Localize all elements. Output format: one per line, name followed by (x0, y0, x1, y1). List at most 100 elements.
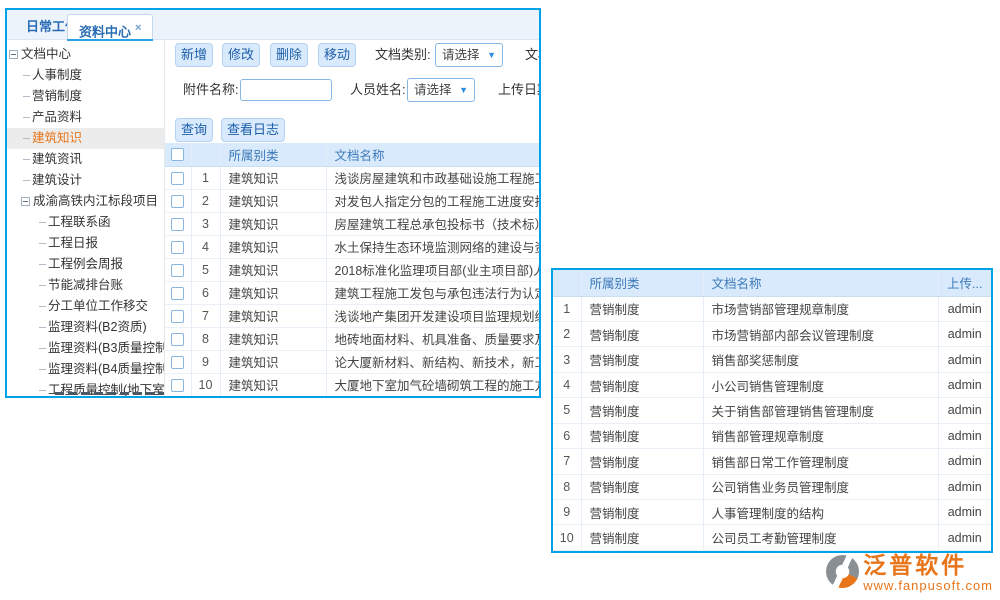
header-index (553, 270, 581, 296)
tab-data-center[interactable]: 资料中心 × (67, 14, 153, 40)
table-row[interactable]: 4建筑知识水土保持生态环境监测网络的建设与资... (165, 235, 539, 258)
row-checkbox[interactable] (171, 172, 184, 185)
row-checkbox[interactable] (171, 287, 184, 300)
sidebar-item-railway-project[interactable]: 成渝高铁内江标段项目 (7, 191, 164, 212)
upload-date-label: 上传日期 (498, 78, 541, 102)
row-checkbox[interactable] (171, 264, 184, 277)
table-row[interactable]: 8营销制度公司销售业务员管理制度admin (553, 474, 991, 499)
marketing-policy-table-panel: 所属别类 文档名称 上传... 1营销制度市场营销部管理规章制度admin 2营… (551, 268, 993, 553)
chevron-down-icon: ▼ (459, 79, 468, 101)
tree-connector (39, 369, 46, 370)
sidebar-item-work-transfer[interactable]: 分工单位工作移交 (7, 296, 164, 317)
view-log-button[interactable]: 查看日志 (221, 118, 285, 142)
tab-close-icon[interactable]: × (135, 22, 141, 34)
chevron-down-icon: ▼ (487, 44, 496, 66)
tree-connector (23, 180, 30, 181)
delete-button[interactable]: 删除 (270, 43, 308, 67)
sidebar-item-supervision-b2[interactable]: 监理资料(B2资质) (7, 317, 164, 338)
row-checkbox[interactable] (171, 241, 184, 254)
row-checkbox[interactable] (171, 195, 184, 208)
sidebar-item-building-news[interactable]: 建筑资讯 (7, 149, 164, 170)
table-row[interactable]: 9建筑知识论大厦新材料、新结构、新技术，新工... (165, 350, 539, 373)
tree-connector (23, 96, 30, 97)
header-doc-name: 文档名称 (703, 270, 938, 296)
sidebar-item-doc-center[interactable]: 文档中心 (7, 44, 164, 65)
table-row[interactable]: 9营销制度人事管理制度的结构admin (553, 500, 991, 525)
sidebar-item-energy-ledger[interactable]: 节能减排台账 (7, 275, 164, 296)
header-uploader: 上传... (938, 270, 991, 296)
sidebar-item-contact-letter[interactable]: 工程联系函 (7, 212, 164, 233)
table-row[interactable]: 2建筑知识对发包人指定分包的工程施工进度安排... (165, 189, 539, 212)
table-header-row: 所属别类 文档名称 上传... (553, 270, 991, 296)
table-row[interactable]: 6建筑知识建筑工程施工发包与承包违法行为认定... (165, 281, 539, 304)
table-row[interactable]: 6营销制度销售部管理规章制度admin (553, 423, 991, 448)
table-row[interactable]: 8建筑知识地砖地面材料、机具准备、质量要求及... (165, 327, 539, 350)
add-button[interactable]: 新增 (175, 43, 213, 67)
table-row[interactable]: 1营销制度市场营销部管理规章制度admin (553, 296, 991, 321)
select-all-checkbox[interactable] (171, 148, 184, 161)
row-checkbox[interactable] (171, 310, 184, 323)
row-checkbox[interactable] (171, 333, 184, 346)
table-row[interactable]: 5建筑知识2018标准化监理项目部(业主项目部)人员... (165, 258, 539, 281)
table-row[interactable]: 4营销制度小公司销售管理制度admin (553, 372, 991, 397)
table-row[interactable]: 2营销制度市场营销部内部会议管理制度admin (553, 321, 991, 346)
tree-connector (23, 75, 30, 76)
table-row[interactable]: 10建筑知识大厦地下室加气砼墙砌筑工程的施工方... (165, 373, 539, 396)
sidebar-item-building-knowledge[interactable]: 建筑知识 (7, 128, 164, 149)
sidebar-item-supervision-b4[interactable]: 监理资料(B4质量控制) (7, 359, 164, 380)
fanpu-logo-icon (826, 555, 859, 588)
tree-connector (39, 285, 46, 286)
table-row[interactable]: 1建筑知识浅谈房屋建筑和市政基础设施工程施工... (165, 166, 539, 189)
table-row[interactable]: 3营销制度销售部奖惩制度admin (553, 347, 991, 372)
attachment-name-input[interactable] (240, 79, 332, 101)
sidebar-item-product-data[interactable]: 产品资料 (7, 107, 164, 128)
table-row[interactable]: 10营销制度公司员工考勤管理制度admin (553, 525, 991, 551)
vendor-name: 泛普软件 (863, 552, 993, 578)
table-row[interactable]: 5营销制度关于销售部管理销售管理制度admin (553, 398, 991, 423)
collapse-icon[interactable] (9, 50, 18, 59)
tab-data-center-label: 资料中心 (79, 24, 131, 39)
tree-connector (23, 117, 30, 118)
edit-button[interactable]: 修改 (222, 43, 260, 67)
header-doc-name: 文档名称 (326, 143, 539, 166)
sidebar-item-daily-report[interactable]: 工程日报 (7, 233, 164, 254)
document-table: 所属别类 文档名称 1建筑知识浅谈房屋建筑和市政基础设施工程施工... 2建筑知… (165, 143, 539, 396)
header-category: 所属别类 (220, 143, 326, 166)
table-header-row: 所属别类 文档名称 (165, 143, 539, 166)
header-index (191, 143, 220, 166)
tree-connector (39, 390, 46, 391)
sidebar-item-weekly-meeting[interactable]: 工程例会周报 (7, 254, 164, 275)
sidebar-item-hr-policy[interactable]: 人事制度 (7, 65, 164, 86)
vendor-url: www.fanpusoft.com (863, 578, 993, 593)
table-row[interactable]: 7营销制度销售部日常工作管理制度admin (553, 449, 991, 474)
sidebar-item-clipped[interactable] (55, 392, 165, 395)
person-name-select[interactable]: 请选择 ▼ (407, 78, 475, 102)
row-checkbox[interactable] (171, 379, 184, 392)
table-row[interactable]: 7建筑知识浅谈地产集团开发建设项目监理规划编... (165, 304, 539, 327)
marketing-policy-table: 所属别类 文档名称 上传... 1营销制度市场营销部管理规章制度admin 2营… (553, 270, 991, 551)
tree-connector (39, 327, 46, 328)
header-category: 所属别类 (581, 270, 703, 296)
doc-type-value: 请选择 (442, 48, 480, 62)
query-button[interactable]: 查询 (175, 118, 213, 142)
collapse-icon[interactable] (21, 197, 30, 206)
table-row[interactable]: 3建筑知识房屋建筑工程总承包投标书（技术标）... (165, 212, 539, 235)
person-name-value: 请选择 (414, 83, 452, 97)
move-button[interactable]: 移动 (318, 43, 356, 67)
tree-connector (39, 264, 46, 265)
sidebar-item-supervision-b3[interactable]: 监理资料(B3质量控制) (7, 338, 164, 359)
sidebar-item-building-design[interactable]: 建筑设计 (7, 170, 164, 191)
row-checkbox[interactable] (171, 356, 184, 369)
doc-type-select[interactable]: 请选择 ▼ (435, 43, 503, 67)
tab-bar: 日常工作 资料中心× (7, 10, 539, 40)
tree-connector (39, 348, 46, 349)
doc-type-label: 文档类别: (375, 43, 431, 67)
tree-connector (39, 306, 46, 307)
attachment-name-label: 附件名称: (183, 78, 239, 102)
vendor-logo: 泛普软件 www.fanpusoft.com (826, 552, 993, 593)
tree-connector (23, 138, 30, 139)
row-checkbox[interactable] (171, 218, 184, 231)
tree-connector (23, 159, 30, 160)
sidebar-item-marketing-policy[interactable]: 营销制度 (7, 86, 164, 107)
tree-connector (39, 243, 46, 244)
